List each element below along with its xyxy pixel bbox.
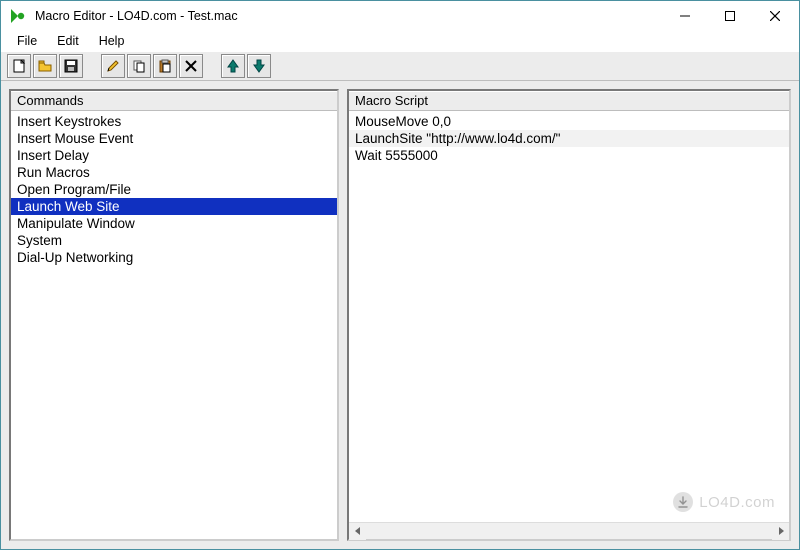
titlebar: Macro Editor - LO4D.com - Test.mac: [1, 1, 799, 31]
scroll-right-icon[interactable]: [772, 523, 789, 540]
new-button[interactable]: [7, 54, 31, 78]
script-panel: Macro Script MouseMove 0,0LaunchSite "ht…: [347, 89, 791, 541]
copy-button[interactable]: [127, 54, 151, 78]
script-list[interactable]: MouseMove 0,0LaunchSite "http://www.lo4d…: [349, 111, 789, 166]
save-button[interactable]: [59, 54, 83, 78]
client-area: Commands Insert KeystrokesInsert Mouse E…: [1, 81, 799, 549]
command-item[interactable]: Insert Delay: [11, 147, 337, 164]
script-body: MouseMove 0,0LaunchSite "http://www.lo4d…: [349, 111, 789, 522]
command-item[interactable]: Insert Mouse Event: [11, 130, 337, 147]
commands-panel: Commands Insert KeystrokesInsert Mouse E…: [9, 89, 339, 541]
menu-file[interactable]: File: [7, 33, 47, 49]
delete-button[interactable]: [179, 54, 203, 78]
edit-button[interactable]: [101, 54, 125, 78]
app-icon: [9, 7, 27, 25]
horizontal-scrollbar[interactable]: [349, 522, 789, 539]
toolbar: [1, 51, 799, 81]
watermark: LO4D.com: [673, 492, 775, 512]
scroll-left-icon[interactable]: [349, 523, 366, 540]
command-item[interactable]: System: [11, 232, 337, 249]
minimize-button[interactable]: [662, 1, 707, 30]
command-item[interactable]: Dial-Up Networking: [11, 249, 337, 266]
app-window: Macro Editor - LO4D.com - Test.mac File …: [0, 0, 800, 550]
script-line[interactable]: MouseMove 0,0: [349, 113, 789, 130]
paste-button[interactable]: [153, 54, 177, 78]
command-item[interactable]: Insert Keystrokes: [11, 113, 337, 130]
script-header: Macro Script: [349, 91, 789, 111]
command-item[interactable]: Manipulate Window: [11, 215, 337, 232]
commands-header: Commands: [11, 91, 337, 111]
watermark-text: LO4D.com: [699, 494, 775, 511]
menubar: File Edit Help: [1, 31, 799, 51]
commands-body: Insert KeystrokesInsert Mouse EventInser…: [11, 111, 337, 539]
commands-list[interactable]: Insert KeystrokesInsert Mouse EventInser…: [11, 111, 337, 268]
download-icon: [673, 492, 693, 512]
command-item[interactable]: Run Macros: [11, 164, 337, 181]
menu-edit[interactable]: Edit: [47, 33, 89, 49]
open-button[interactable]: [33, 54, 57, 78]
move-up-button[interactable]: [221, 54, 245, 78]
window-controls: [662, 1, 797, 31]
window-title: Macro Editor - LO4D.com - Test.mac: [35, 9, 662, 23]
command-item[interactable]: Open Program/File: [11, 181, 337, 198]
maximize-button[interactable]: [707, 1, 752, 30]
menu-help[interactable]: Help: [89, 33, 135, 49]
move-down-button[interactable]: [247, 54, 271, 78]
close-button[interactable]: [752, 1, 797, 30]
script-line[interactable]: Wait 5555000: [349, 147, 789, 164]
command-item[interactable]: Launch Web Site: [11, 198, 337, 215]
script-line[interactable]: LaunchSite "http://www.lo4d.com/": [349, 130, 789, 147]
